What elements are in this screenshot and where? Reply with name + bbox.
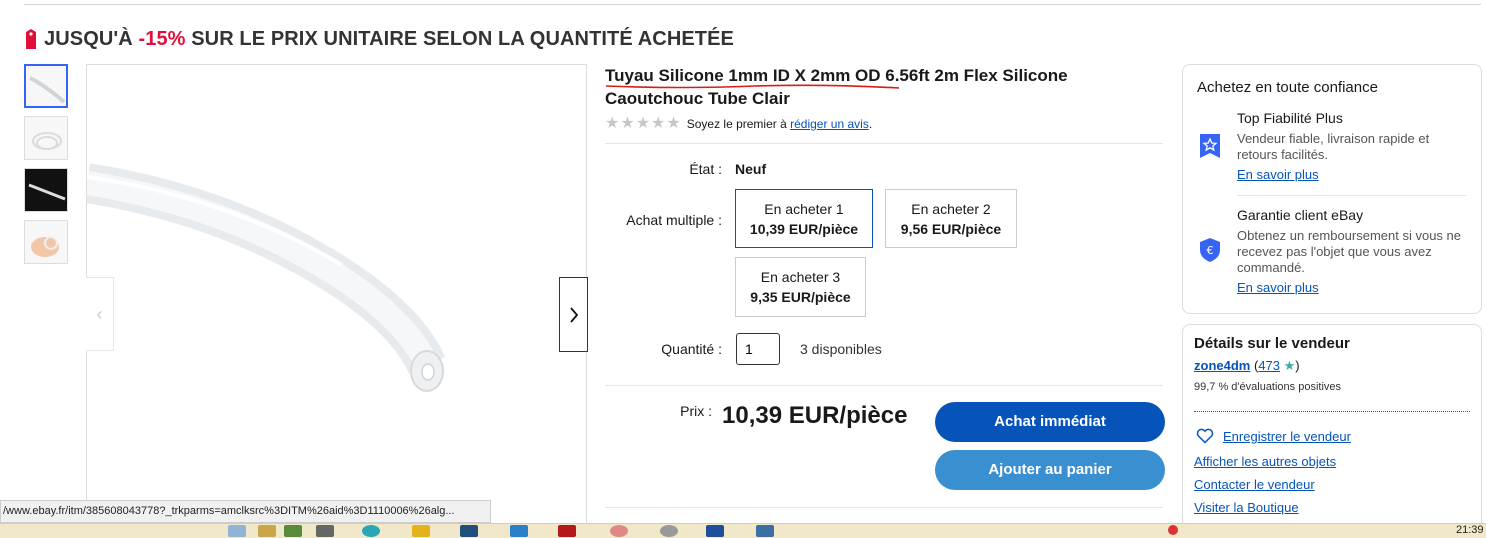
star-icon: ★	[620, 115, 635, 132]
divider	[605, 143, 1163, 144]
euro-shield-icon: €	[1200, 238, 1220, 262]
star-icon: ★	[635, 115, 651, 132]
other-items-link[interactable]: Afficher les autres objets	[1194, 454, 1336, 469]
taskbar-app-icon[interactable]	[558, 525, 576, 537]
buy-1-option[interactable]: En acheter 1 10,39 EUR/pièce	[735, 189, 873, 248]
buy-2-option[interactable]: En acheter 2 9,56 EUR/pièce	[885, 189, 1017, 248]
taskbar-app-icon[interactable]	[460, 525, 478, 537]
feature-desc-guarantee: Obtenez un remboursement si vous ne rece…	[1237, 228, 1462, 275]
taskbar-app-icon[interactable]	[412, 525, 430, 537]
shield-star-icon	[1200, 134, 1220, 158]
thumbnail-2[interactable]	[24, 116, 68, 160]
taskbar-app-icon[interactable]	[510, 525, 528, 537]
quantity-input[interactable]	[736, 333, 780, 365]
option-price: 9,35 EUR/pièce	[750, 289, 851, 305]
taskbar-app-icon[interactable]	[362, 525, 380, 537]
rating-row: ★ ★ ★ ★ ★ Soyez le premier à rédiger un …	[605, 116, 872, 132]
taskbar-app-icon[interactable]	[284, 525, 302, 537]
positive-feedback: 99,7 % d'évaluations positives	[1194, 381, 1342, 393]
feature-desc-top-rated: Vendeur fiable, livraison rapide et reto…	[1237, 131, 1430, 162]
condition-label: État :	[689, 161, 722, 177]
taskbar-app-icon[interactable]	[316, 525, 334, 537]
image-prev-button[interactable]: ‹	[86, 277, 114, 351]
silicone-tube-image	[87, 163, 446, 392]
feature-title-guarantee: Garantie client eBay	[1237, 207, 1364, 223]
thumbnail-3[interactable]	[24, 168, 68, 212]
status-bar-url: /www.ebay.fr/itm/385608043778?_trkparms=…	[0, 500, 491, 523]
taskbar	[0, 523, 1486, 538]
rating-stars: ★ ★ ★ ★ ★	[605, 116, 681, 132]
contact-seller-link[interactable]: Contacter le vendeur	[1194, 477, 1315, 492]
option-label: En acheter 2	[911, 201, 991, 217]
feature-title-top-rated: Top Fiabilité Plus	[1237, 110, 1343, 126]
option-price: 10,39 EUR/pièce	[749, 221, 859, 237]
hand-thumbnail-icon	[31, 236, 59, 257]
chevron-left-icon: ‹	[96, 303, 103, 324]
price-value: 10,39 EUR/pièce	[722, 402, 908, 429]
price-label: Prix :	[680, 403, 712, 419]
image-next-button[interactable]	[559, 277, 588, 352]
promo-banner: JUSQU'À -15% SUR LE PRIX UNITAIRE SELON …	[24, 24, 734, 54]
feedback-count-link[interactable]: 473	[1258, 358, 1280, 373]
taskbar-app-icon[interactable]	[706, 525, 724, 537]
notification-badge-icon	[1168, 525, 1178, 535]
main-product-image[interactable]	[86, 64, 587, 537]
buy-now-button[interactable]: Achat immédiat	[935, 402, 1165, 442]
star-icon: ★	[651, 115, 666, 132]
write-review-link[interactable]: rédiger un avis	[790, 117, 869, 131]
taskbar-app-icon[interactable]	[610, 525, 628, 537]
taskbar-app-icon[interactable]	[228, 525, 246, 537]
trust-title: Achetez en toute confiance	[1197, 79, 1378, 96]
taskbar-clock: 21:39	[1456, 524, 1484, 536]
add-to-cart-button[interactable]: Ajouter au panier	[935, 450, 1165, 490]
learn-more-link[interactable]: En savoir plus	[1237, 280, 1319, 295]
taskbar-app-icon[interactable]	[258, 525, 276, 537]
coil-thumbnail-icon	[32, 132, 62, 150]
trust-panel	[1182, 64, 1482, 314]
price-tag-icon	[26, 29, 36, 49]
buy-3-option[interactable]: En acheter 3 9,35 EUR/pièce	[735, 257, 866, 317]
multi-buy-label: Achat multiple :	[626, 212, 722, 228]
save-seller-link[interactable]: Enregistrer le vendeur	[1223, 429, 1351, 444]
chevron-right-icon	[569, 306, 578, 323]
option-price: 9,56 EUR/pièce	[900, 221, 1002, 237]
thumbnail-4[interactable]	[24, 220, 68, 264]
tube-dark-thumbnail-icon	[28, 183, 66, 201]
taskbar-app-icon[interactable]	[660, 525, 678, 537]
option-label: En acheter 3	[760, 269, 841, 285]
divider	[605, 507, 1163, 508]
star-icon: ★	[1283, 358, 1296, 373]
learn-more-link[interactable]: En savoir plus	[1237, 167, 1319, 182]
star-icon: ★	[666, 115, 681, 132]
quantity-label: Quantité :	[661, 341, 722, 357]
tube-thumbnail-icon	[29, 76, 66, 104]
taskbar-app-icon[interactable]	[756, 525, 774, 537]
seller-title: Détails sur le vendeur	[1194, 335, 1350, 352]
svg-text:€: €	[1207, 244, 1214, 257]
heart-icon	[1196, 428, 1214, 444]
promo-text: JUSQU'À -15% SUR LE PRIX UNITAIRE SELON …	[44, 27, 734, 50]
promo-discount: -15%	[138, 27, 186, 50]
red-underline-annotation	[605, 84, 900, 89]
available-count: 3 disponibles	[800, 341, 882, 357]
visit-store-link[interactable]: Visiter la Boutique	[1194, 500, 1299, 515]
condition-value: Neuf	[735, 161, 767, 177]
thumbnail-list	[24, 64, 72, 272]
rating-text: Soyez le premier à rédiger un avis.	[686, 117, 873, 131]
dotted-divider	[1194, 411, 1470, 412]
thumbnail-1[interactable]	[24, 64, 68, 108]
seller-name-link[interactable]: zone4dm	[1194, 358, 1250, 373]
star-icon: ★	[605, 115, 620, 132]
divider	[1237, 195, 1466, 196]
divider	[605, 385, 1163, 386]
seller-name-row: zone4dm (473 ★)	[1194, 358, 1300, 373]
option-label: En acheter 1	[764, 201, 844, 217]
top-divider	[24, 4, 1481, 5]
